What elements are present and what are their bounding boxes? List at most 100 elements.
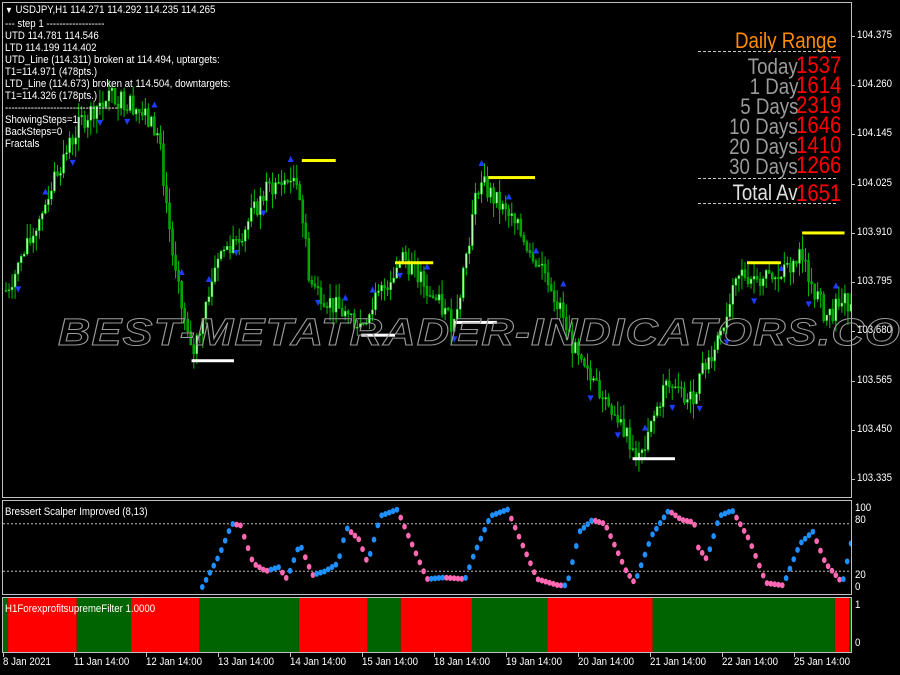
oscillator-dot xyxy=(467,564,472,571)
triangle-down-icon[interactable]: ▼ xyxy=(5,5,13,15)
candle-body xyxy=(480,182,483,195)
oscillator-dot xyxy=(757,562,762,569)
candle-body xyxy=(174,254,177,271)
info-line: T1=114.326 (178pts.) xyxy=(5,90,98,102)
price-tick xyxy=(852,232,855,234)
filter-segment-down xyxy=(298,598,368,652)
candle-body xyxy=(816,291,819,300)
oscillator-dot xyxy=(642,551,648,558)
candle-body xyxy=(783,264,786,278)
candle-body xyxy=(789,263,792,273)
candle-body xyxy=(307,238,311,281)
fractal-down-icon: ▼ xyxy=(615,431,622,440)
candle-body xyxy=(664,380,668,386)
info-line: LTD 114.199 114.402 xyxy=(5,42,97,54)
oscillator-dot xyxy=(600,520,606,527)
candle-body xyxy=(474,192,477,215)
oscillator-dot xyxy=(749,543,755,550)
divider xyxy=(698,203,836,204)
candle-body xyxy=(56,171,59,176)
candle-body xyxy=(62,153,65,174)
daily-range-label: 30 Days xyxy=(729,154,798,179)
candle-body xyxy=(225,245,229,251)
oscillator-dot xyxy=(371,536,377,543)
time-label: 18 Jan 14:00 xyxy=(434,656,490,668)
candle-body xyxy=(534,260,538,267)
candle-body xyxy=(519,218,523,236)
candle-body xyxy=(83,115,86,128)
candle-body xyxy=(583,359,586,366)
fractal-down-icon: ▼ xyxy=(15,284,22,293)
candle-body xyxy=(240,240,244,243)
candle-body xyxy=(80,115,83,118)
oscillator-dot xyxy=(612,541,617,548)
white-target-line xyxy=(191,359,234,363)
oscillator-dot xyxy=(486,517,491,524)
candle-body xyxy=(228,245,232,254)
oscillator-dot xyxy=(665,508,671,515)
candle-body xyxy=(41,213,44,220)
oscillator-dot xyxy=(615,550,621,557)
oscillator-dot xyxy=(531,569,537,576)
oscillator-dot xyxy=(848,540,851,547)
oscillator-dot xyxy=(581,524,587,531)
oscillator-dot xyxy=(406,532,411,539)
candle-body xyxy=(492,187,495,204)
price-chart-pane[interactable]: ▼ ▲ ▼ ▼ ▼ ▲ ▲ ▲ ▼ ▼ ▲ ▼ ▲ ▲ ▼ ▲ ▼ ▲ ▲ ▲ ▲ ▼ ▼ ▲ ▼ ▼ ▼ ▼ ▲ ▼ ▲ xyxy=(2,2,852,498)
candle-body xyxy=(689,391,692,400)
candle-body xyxy=(32,235,35,244)
oscillator-dot xyxy=(543,578,549,585)
oscillator-dot xyxy=(516,533,522,540)
candle-body xyxy=(128,95,132,111)
candle-body xyxy=(504,203,507,210)
oscillator-dot xyxy=(482,526,487,533)
candle-body xyxy=(219,250,223,260)
candle-body xyxy=(268,181,271,184)
oscillator-dot xyxy=(696,544,701,551)
candle-body xyxy=(646,431,650,450)
candle-body xyxy=(595,378,598,381)
candle-body xyxy=(795,260,798,264)
oscillator-dot xyxy=(299,544,304,551)
candle-body xyxy=(153,116,156,136)
oscillator-dot xyxy=(608,533,613,540)
oscillator-dot xyxy=(650,531,655,538)
candle-body xyxy=(658,406,662,408)
candle-body xyxy=(580,354,583,360)
candle-body xyxy=(125,109,129,111)
candle-body xyxy=(640,449,644,454)
candle-body xyxy=(319,287,323,304)
candle-body xyxy=(758,278,762,286)
oscillator-dot xyxy=(715,520,720,527)
candle-body xyxy=(549,284,553,292)
candle-body xyxy=(416,261,420,283)
candle-body xyxy=(686,399,689,403)
oscillator-dot xyxy=(825,563,831,570)
candle-body xyxy=(19,255,23,263)
fractal-down-icon: ▼ xyxy=(588,393,595,402)
candle-body xyxy=(619,419,623,423)
candle-body xyxy=(322,303,326,307)
time-label: 13 Jan 14:00 xyxy=(218,656,274,668)
candle-body xyxy=(234,238,238,241)
price-label: 104.025 xyxy=(857,176,892,189)
price-tick xyxy=(852,380,855,382)
fractal-down-icon: ▼ xyxy=(697,404,704,413)
oscillator-dot xyxy=(478,535,484,542)
candle-body xyxy=(86,120,90,128)
candle-body xyxy=(286,180,289,183)
candle-body xyxy=(298,184,302,201)
candle-body xyxy=(244,229,247,242)
candle-body xyxy=(50,190,53,200)
oscillator-dot xyxy=(692,521,697,528)
candle-body xyxy=(613,414,616,416)
candle-body xyxy=(44,204,47,214)
candle-body xyxy=(680,386,683,389)
candle-body xyxy=(810,281,813,285)
oscillator-dot xyxy=(734,514,739,521)
candle-body xyxy=(422,271,426,287)
candle-body xyxy=(631,448,635,450)
candle-body xyxy=(780,276,783,279)
candle-body xyxy=(649,420,653,433)
candle-body xyxy=(495,191,498,204)
